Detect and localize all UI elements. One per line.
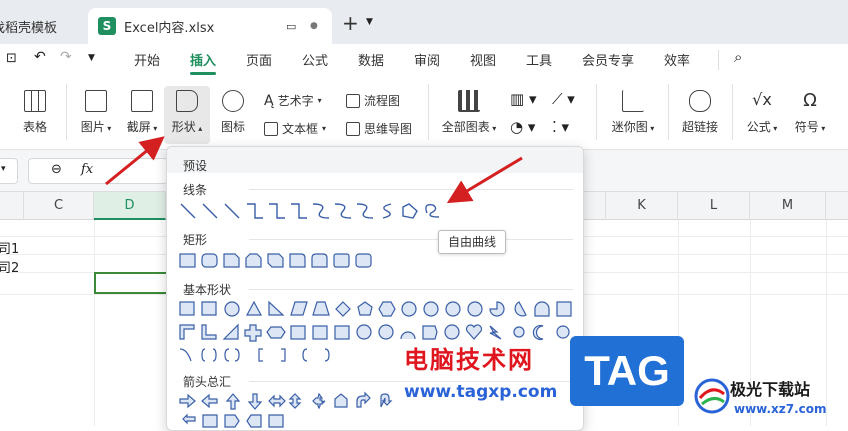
site-url: www.xz7.com — [734, 402, 827, 416]
watermark-title: 电脑技术网 — [404, 346, 534, 374]
arrow-to-freeform-shape — [446, 156, 523, 204]
tag-logo: TAG — [570, 336, 684, 406]
site-name: 极光下载站 — [730, 380, 811, 399]
watermark-url: www.tagxp.com — [404, 382, 558, 402]
arrow-to-shape-button — [105, 136, 165, 186]
aurora-logo-icon — [694, 378, 730, 414]
